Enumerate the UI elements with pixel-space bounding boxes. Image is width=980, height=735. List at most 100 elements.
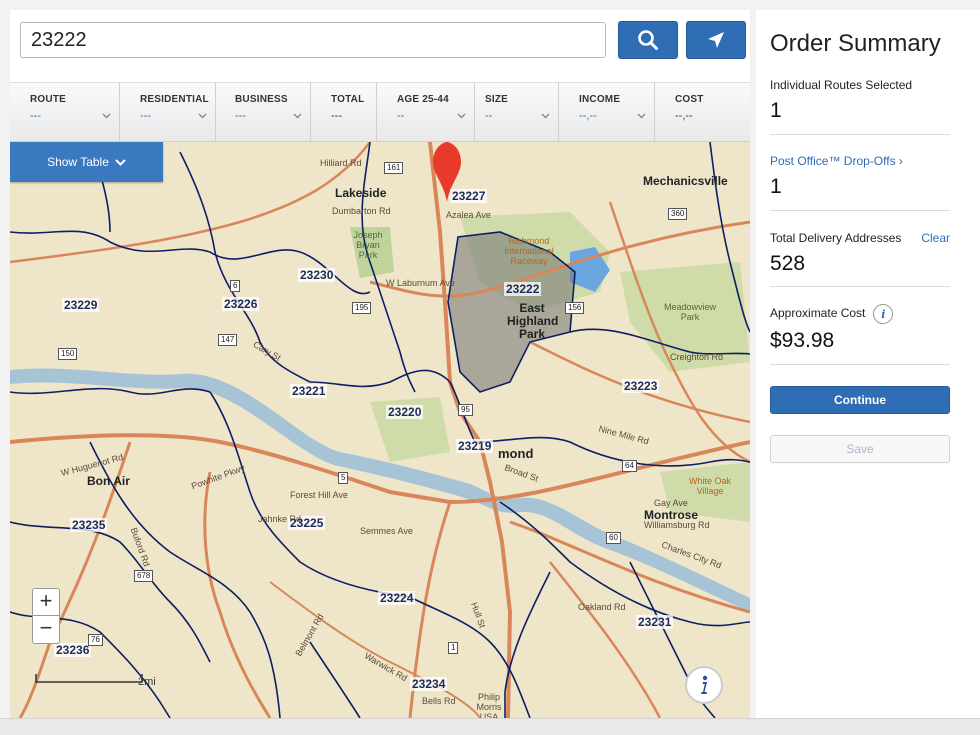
locate-button[interactable] — [686, 21, 746, 59]
place-label-fragment: mond — [498, 446, 534, 461]
filter-business[interactable]: BUSINESS --- — [225, 83, 311, 141]
search-icon — [638, 30, 658, 50]
route-shield: 161 — [384, 162, 404, 174]
road-label: Azalea Ave — [446, 210, 491, 220]
filter-label: BUSINESS — [235, 94, 288, 105]
search-bar — [10, 10, 750, 82]
filter-age[interactable]: AGE 25-44 -- — [387, 83, 475, 141]
routes-selected-label: Individual Routes Selected — [770, 78, 913, 92]
zip-label[interactable]: 23230 — [298, 268, 336, 282]
bottom-strip — [0, 718, 980, 735]
approximate-cost-row: Approximate Cost i $93.98 — [770, 304, 950, 365]
road-label: Bells Rd — [422, 696, 456, 706]
route-shield: 1 — [448, 642, 459, 654]
map-canvas[interactable]: Show Table 23227 23230 23229 23226 23222… — [10, 142, 750, 718]
filter-label: INCOME — [579, 94, 621, 105]
filter-value: --,-- — [675, 110, 693, 122]
post-office-dropoffs-link[interactable]: Post Office™ Drop-Offs › — [770, 154, 950, 168]
zip-label[interactable]: 23220 — [386, 405, 424, 419]
place-label: White Oak Village — [688, 476, 731, 496]
route-shield: 64 — [622, 460, 637, 472]
road-label: Williamsburg Rd — [644, 520, 710, 530]
save-button[interactable]: Save — [770, 435, 950, 463]
map-info-button[interactable] — [685, 666, 723, 704]
approximate-cost-label: Approximate Cost — [770, 306, 866, 321]
filter-size[interactable]: SIZE -- — [475, 83, 559, 141]
road-label: Semmes Ave — [360, 526, 413, 536]
delivery-addresses-row: Total Delivery Addresses Clear 528 — [770, 231, 950, 287]
delivery-addresses-value: 528 — [770, 252, 806, 275]
chevron-down-icon — [293, 113, 302, 119]
filter-income[interactable]: INCOME --,-- — [569, 83, 655, 141]
app-window: ROUTE --- RESIDENTIAL --- BUSINESS --- T… — [0, 0, 980, 735]
road-label: Forest Hill Ave — [290, 490, 348, 500]
route-shield: 150 — [58, 348, 78, 360]
road-label: Creighton Rd — [670, 352, 724, 362]
zip-label[interactable]: 23234 — [410, 677, 448, 691]
zip-label[interactable]: 23222 — [504, 282, 542, 296]
show-table-button[interactable]: Show Table — [10, 142, 163, 182]
road-label: W Laburnum Ave — [386, 278, 455, 288]
filter-label: TOTAL — [331, 94, 365, 105]
road-label: Dumbarton Rd — [332, 206, 391, 216]
chevron-down-icon — [541, 113, 550, 119]
map-panel: ROUTE --- RESIDENTIAL --- BUSINESS --- T… — [10, 10, 750, 718]
chevron-down-icon — [637, 113, 646, 119]
filter-label: RESIDENTIAL — [140, 94, 209, 105]
filter-value: --- — [331, 110, 342, 122]
road-label: Jahnke Rd — [258, 514, 302, 524]
search-input[interactable] — [20, 22, 606, 58]
route-shield: 147 — [218, 334, 238, 346]
road-label: Hilliard Rd — [320, 158, 362, 168]
info-icon[interactable]: i — [873, 304, 894, 324]
order-summary-panel: Order Summary Individual Routes Selected… — [756, 10, 980, 718]
route-shield: 60 — [606, 532, 621, 544]
search-button[interactable] — [618, 21, 678, 59]
filter-label: AGE 25-44 — [397, 94, 449, 105]
dropoffs-value: 1 — [770, 175, 782, 198]
route-shield: 76 — [88, 634, 103, 646]
place-label: Bon Air — [87, 474, 130, 488]
continue-button[interactable]: Continue — [770, 386, 950, 414]
approximate-cost-header: Approximate Cost i — [770, 304, 950, 324]
approximate-cost-value: $93.98 — [770, 329, 835, 352]
place-label: Lakeside — [335, 186, 387, 200]
info-icon — [701, 675, 708, 694]
routes-selected-row: Individual Routes Selected 1 — [770, 78, 950, 135]
chevron-down-icon — [198, 113, 207, 119]
place-label: Meadowview Park — [663, 302, 717, 322]
clear-link[interactable]: Clear — [921, 231, 950, 245]
zip-label[interactable]: 23223 — [622, 379, 660, 393]
route-shield: 678 — [134, 570, 154, 582]
place-label: East Highland Park — [507, 301, 559, 341]
order-summary-title: Order Summary — [770, 30, 941, 57]
location-arrow-icon — [708, 32, 724, 48]
chevron-down-icon — [457, 113, 466, 119]
filter-residential[interactable]: RESIDENTIAL --- — [130, 83, 216, 141]
place-label: Joseph Bryan Park — [353, 230, 383, 260]
scale-label: 2mi — [138, 676, 156, 688]
show-table-label: Show Table — [47, 155, 109, 169]
zoom-in-button[interactable]: + — [32, 588, 60, 616]
filter-label: COST — [675, 94, 704, 105]
route-shield: 6 — [230, 280, 241, 292]
zip-label[interactable]: 23224 — [378, 591, 416, 605]
zip-label[interactable]: 23226 — [222, 297, 260, 311]
zip-label[interactable]: 23219 — [456, 439, 494, 453]
place-label: Richmond International Raceway — [504, 236, 554, 266]
zip-label[interactable]: 23231 — [636, 615, 674, 629]
zip-label[interactable]: 23227 — [450, 189, 488, 203]
chevron-down-icon — [115, 158, 126, 166]
road-label: Gay Ave — [654, 498, 688, 508]
zoom-out-button[interactable]: − — [32, 616, 60, 644]
zip-label[interactable]: 23235 — [70, 518, 108, 532]
zip-label[interactable]: 23221 — [290, 384, 328, 398]
filter-cost: COST --,-- — [665, 83, 750, 141]
map-base — [10, 142, 750, 718]
zip-label[interactable]: 23229 — [62, 298, 100, 312]
road-label: Oakland Rd — [578, 602, 626, 612]
filter-route[interactable]: ROUTE --- — [20, 83, 120, 141]
route-shield: 156 — [565, 302, 585, 314]
zip-label[interactable]: 23236 — [54, 643, 92, 657]
filter-label: SIZE — [485, 94, 509, 105]
